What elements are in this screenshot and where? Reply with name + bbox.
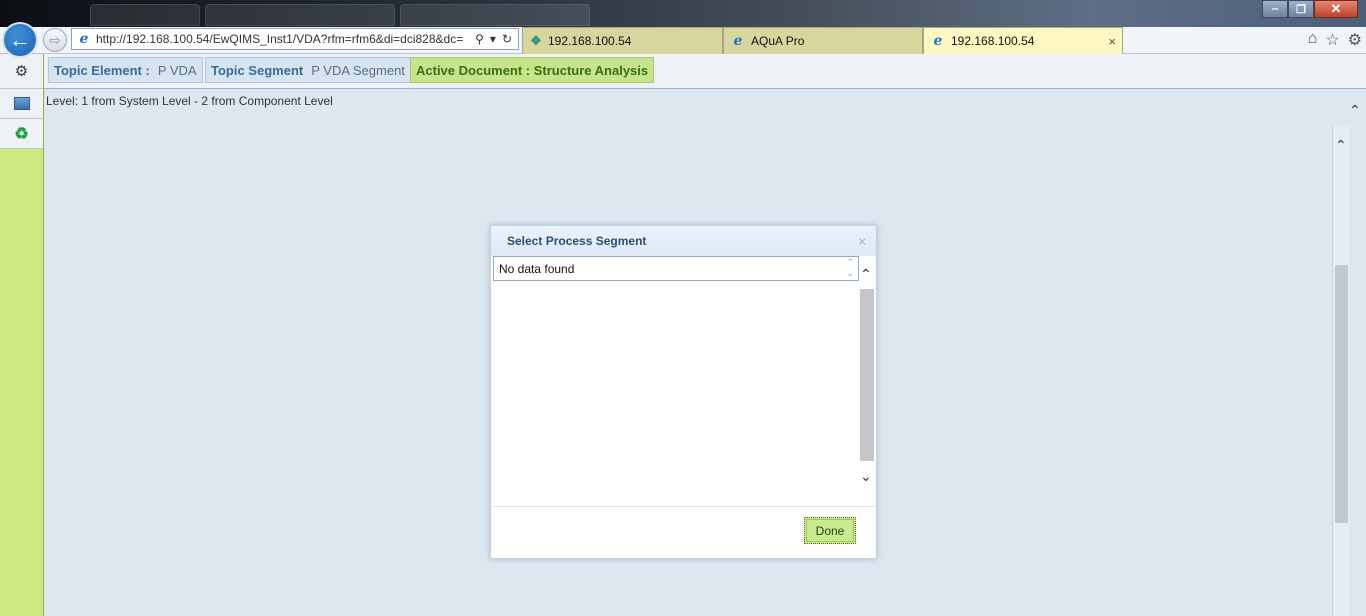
content-scrollbar[interactable]: ⌃ xyxy=(1332,126,1349,616)
topic-segment-label: Topic Segment xyxy=(211,62,304,78)
star-icon[interactable]: ☆ xyxy=(1325,30,1339,50)
list-value: No data found xyxy=(499,261,575,276)
presentation-icon xyxy=(13,97,30,110)
tab-first[interactable]: ❖ 192.168.100.54 xyxy=(522,27,723,54)
dropdown-icon[interactable]: ▾ xyxy=(490,32,496,46)
topic-segment-chip[interactable]: Topic Segment P VDA Segment xyxy=(205,57,411,83)
list-scrollbar[interactable]: ⌃ ⌄ xyxy=(859,267,875,492)
topic-segment-value: P VDA Segment xyxy=(311,62,405,78)
browser-right-icons: ⌂ ☆ ⚙ xyxy=(1308,30,1362,50)
dialog-title: Select Process Segment xyxy=(507,234,647,248)
ie-page-icon: e xyxy=(79,31,89,47)
presentation-button[interactable] xyxy=(0,89,43,119)
tab-aqua-pro[interactable]: e AQuA Pro xyxy=(723,27,923,54)
back-button[interactable]: ← xyxy=(2,22,38,58)
scrollbar-thumb[interactable] xyxy=(1335,265,1348,523)
done-button[interactable]: Done xyxy=(804,517,856,544)
chevron-down-icon[interactable]: ⌄ xyxy=(860,469,872,483)
spinner-icon[interactable]: ⌃ ⌄ xyxy=(846,257,854,279)
tab-active[interactable]: e 192.168.100.54 × xyxy=(923,27,1123,54)
refresh-icon[interactable]: ↻ xyxy=(502,32,512,46)
background-tab[interactable] xyxy=(90,4,200,26)
process-segment-list[interactable]: No data found ⌃ ⌄ xyxy=(493,256,859,281)
gear-icon[interactable]: ⚙ xyxy=(1348,30,1362,50)
dialog-title-bar: Select Process Segment × xyxy=(491,226,876,256)
browser-title-bar: ‒ ❐ ✕ xyxy=(0,0,1366,28)
scroll-up-icon[interactable]: ⌃ xyxy=(1335,138,1347,152)
search-icon[interactable]: ⚲ xyxy=(475,32,484,46)
arrow-left-icon: ← xyxy=(9,27,31,52)
chevron-up-icon[interactable]: ⌃ xyxy=(860,267,872,281)
select-process-segment-dialog: Select Process Segment × No data found ⌃… xyxy=(490,225,877,559)
background-tab[interactable] xyxy=(205,4,395,26)
minimize-button[interactable]: ‒ xyxy=(1262,0,1288,18)
topic-element-chip[interactable]: Topic Element : P VDA xyxy=(48,57,203,83)
list-scrollbar-thumb[interactable] xyxy=(860,289,874,461)
address-bar[interactable]: e http://192.168.100.54/EwQIMS_Inst1/VDA… xyxy=(71,28,519,50)
tab-close-icon[interactable]: × xyxy=(1108,34,1116,49)
gear-icon: ⚙ xyxy=(14,63,29,80)
address-url[interactable]: http://192.168.100.54/EwQIMS_Inst1/VDA?r… xyxy=(96,32,463,46)
ie-page-icon: e xyxy=(733,33,743,49)
address-tools: ⚲ ▾ ↻ xyxy=(475,32,518,46)
recycle-icon: ♻ xyxy=(14,125,29,143)
active-document-label: Active Document : Structure Analysis xyxy=(416,62,649,78)
settings-button[interactable]: ⚙ xyxy=(0,54,43,89)
page-scroll-up-icon[interactable]: ⌃ xyxy=(1349,103,1361,117)
close-window-button[interactable]: ✕ xyxy=(1314,0,1358,18)
topic-element-value: P VDA xyxy=(157,62,197,78)
background-tab[interactable] xyxy=(400,4,590,26)
dialog-close-icon[interactable]: × xyxy=(858,234,866,249)
tab-label: 192.168.100.54 xyxy=(548,34,632,48)
home-icon[interactable]: ⌂ xyxy=(1308,30,1318,50)
tab-label: AQuA Pro xyxy=(751,34,805,48)
tab-label: 192.168.100.54 xyxy=(951,34,1035,48)
site-icon: ❖ xyxy=(530,33,542,48)
ie-page-icon: e xyxy=(933,33,943,49)
window-controls: ‒ ❐ ✕ xyxy=(1262,0,1358,18)
left-sidebar: ⚙ ♻ xyxy=(0,54,44,616)
topic-toolbar: Topic Element : P VDA Topic Segment P VD… xyxy=(44,54,1366,89)
maximize-button[interactable]: ❐ xyxy=(1288,0,1314,18)
active-document-chip[interactable]: Active Document : Structure Analysis xyxy=(410,57,655,83)
topic-element-label: Topic Element : xyxy=(54,62,150,78)
forward-button[interactable]: ⇨ xyxy=(43,28,67,52)
level-info: Level: 1 from System Level - 2 from Comp… xyxy=(46,94,333,108)
recycle-button[interactable]: ♻ xyxy=(0,119,43,149)
arrow-right-icon: ⇨ xyxy=(49,31,61,48)
dialog-footer: Done xyxy=(491,506,876,558)
